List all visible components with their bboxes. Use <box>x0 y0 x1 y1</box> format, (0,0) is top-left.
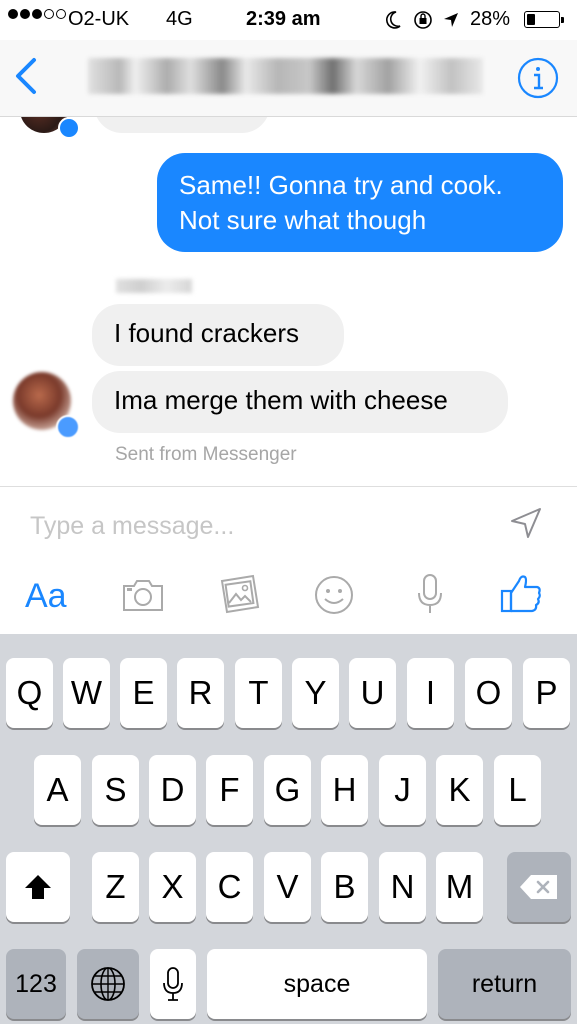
emoji-icon[interactable] <box>314 575 354 615</box>
messenger-badge-icon <box>58 117 80 139</box>
status-time: 2:39 am <box>246 8 321 30</box>
space-key[interactable]: space <box>207 949 427 1019</box>
message-list[interactable]: Same!! Gonna try and cook. Not sure what… <box>0 117 577 485</box>
globe-key[interactable] <box>77 949 139 1019</box>
dictation-key[interactable] <box>150 949 196 1019</box>
sent-from-label: Sent from Messenger <box>115 444 297 465</box>
composer: Type a message... Aa <box>0 486 577 635</box>
key-j[interactable]: J <box>379 755 426 825</box>
incoming-message-bubble[interactable]: Ima merge them with cheese <box>92 371 508 433</box>
incoming-message-bubble[interactable]: I found crackers <box>92 304 344 366</box>
key-d[interactable]: D <box>149 755 196 825</box>
key-l[interactable]: L <box>494 755 541 825</box>
gallery-icon[interactable] <box>217 573 263 615</box>
rotation-lock-icon <box>414 11 432 29</box>
signal-strength-icon <box>8 9 66 19</box>
key-w[interactable]: W <box>63 658 110 728</box>
key-r[interactable]: R <box>177 658 224 728</box>
key-f[interactable]: F <box>206 755 253 825</box>
backspace-icon <box>520 875 557 899</box>
microphone-icon[interactable] <box>415 573 445 615</box>
key-i[interactable]: I <box>407 658 454 728</box>
conversation-header <box>0 40 577 117</box>
globe-icon <box>91 967 125 1001</box>
key-c[interactable]: C <box>206 852 253 922</box>
keyboard: Q W E R T Y U I O P A S D F G H J K L Z … <box>0 634 577 1024</box>
messenger-badge-icon <box>56 415 80 439</box>
outgoing-message-bubble[interactable]: Same!! Gonna try and cook. Not sure what… <box>157 153 563 252</box>
sender-label-redacted <box>116 279 192 293</box>
message-input[interactable]: Type a message... <box>30 512 234 541</box>
key-z[interactable]: Z <box>92 852 139 922</box>
shift-key[interactable] <box>6 852 70 922</box>
return-key[interactable]: return <box>438 949 571 1019</box>
camera-icon[interactable] <box>121 577 165 613</box>
key-q[interactable]: Q <box>6 658 53 728</box>
key-p[interactable]: P <box>523 658 570 728</box>
location-arrow-icon <box>444 13 458 27</box>
key-n[interactable]: N <box>379 852 426 922</box>
network-type: 4G <box>166 8 193 30</box>
key-b[interactable]: B <box>321 852 368 922</box>
numbers-key[interactable]: 123 <box>6 949 66 1019</box>
shift-arrow-icon <box>25 875 51 899</box>
send-icon[interactable] <box>508 505 544 541</box>
key-u[interactable]: U <box>349 658 396 728</box>
battery-icon <box>524 11 564 28</box>
contact-name-redacted[interactable] <box>88 58 483 94</box>
back-chevron-icon[interactable] <box>10 56 44 96</box>
key-g[interactable]: G <box>264 755 311 825</box>
key-e[interactable]: E <box>120 658 167 728</box>
key-h[interactable]: H <box>321 755 368 825</box>
key-m[interactable]: M <box>436 852 483 922</box>
do-not-disturb-icon <box>386 11 401 29</box>
key-y[interactable]: Y <box>292 658 339 728</box>
key-x[interactable]: X <box>149 852 196 922</box>
key-o[interactable]: O <box>465 658 512 728</box>
key-s[interactable]: S <box>92 755 139 825</box>
key-t[interactable]: T <box>235 658 282 728</box>
key-k[interactable]: K <box>436 755 483 825</box>
like-icon[interactable] <box>499 573 543 615</box>
info-icon[interactable] <box>517 57 559 99</box>
key-v[interactable]: V <box>264 852 311 922</box>
previous-message-bubble[interactable] <box>94 117 270 133</box>
key-a[interactable]: A <box>34 755 81 825</box>
carrier-name: O2-UK <box>68 8 130 30</box>
backspace-key[interactable] <box>507 852 571 922</box>
status-bar: O2-UK 4G 2:39 am 28% <box>0 0 577 40</box>
microphone-icon <box>163 967 183 1001</box>
text-format-button[interactable]: Aa <box>25 577 67 616</box>
battery-percent: 28% <box>470 8 511 30</box>
